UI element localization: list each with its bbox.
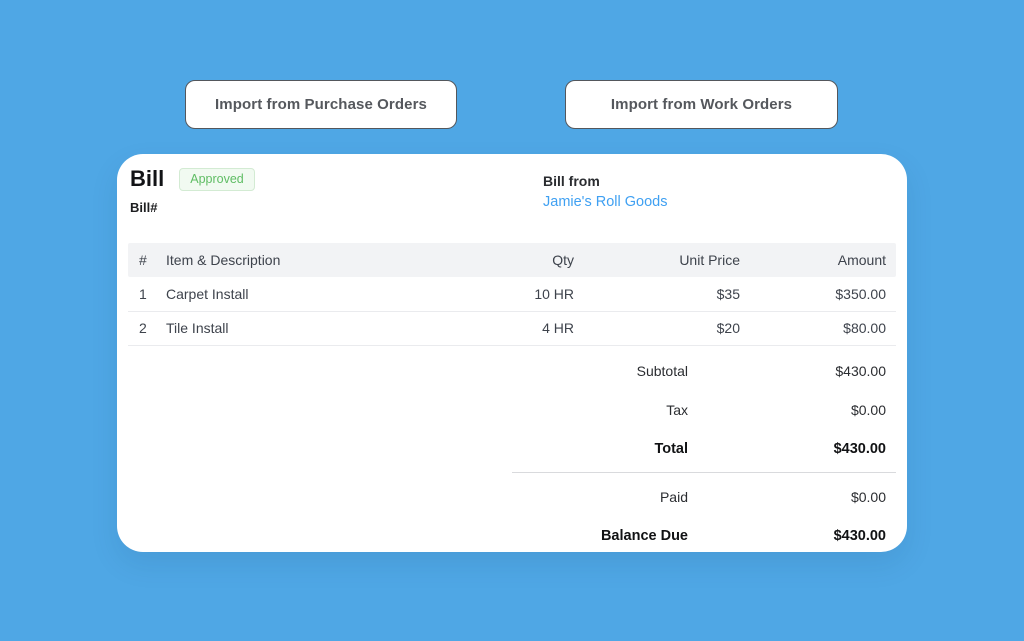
- tax-label: Tax: [512, 402, 696, 418]
- balance-due-row: Balance Due $430.00: [512, 516, 896, 552]
- bill-from-label: Bill from: [543, 173, 667, 189]
- item-amount: $350.00: [750, 286, 896, 302]
- total-label: Total: [512, 441, 696, 457]
- item-unit-price: $35: [584, 286, 750, 302]
- row-number: 2: [128, 320, 166, 336]
- total-value: $430.00: [696, 441, 896, 457]
- bill-card: Bill Approved Bill# Bill from Jamie's Ro…: [117, 154, 907, 552]
- row-number: 1: [128, 286, 166, 302]
- import-from-work-orders-button[interactable]: Import from Work Orders: [565, 80, 838, 129]
- table-header-row: # Item & Description Qty Unit Price Amou…: [128, 243, 896, 277]
- bill-number-label: Bill#: [130, 200, 157, 215]
- column-header-number: #: [128, 252, 166, 268]
- tax-row: Tax $0.00: [512, 390, 896, 429]
- bill-header: Bill Approved: [130, 166, 255, 192]
- column-header-item-description: Item & Description: [166, 252, 434, 268]
- column-header-amount: Amount: [750, 252, 896, 268]
- item-name: Tile Install: [166, 320, 434, 336]
- table-row[interactable]: 2 Tile Install 4 HR $20 $80.00: [128, 312, 896, 347]
- line-items-table: # Item & Description Qty Unit Price Amou…: [128, 243, 896, 346]
- bill-title: Bill: [130, 166, 164, 192]
- subtotal-row: Subtotal $430.00: [512, 351, 896, 390]
- import-from-purchase-orders-button[interactable]: Import from Purchase Orders: [185, 80, 457, 129]
- totals-divider: [512, 472, 896, 473]
- totals-section: Subtotal $430.00 Tax $0.00 Total $430.00…: [512, 351, 896, 552]
- bill-from-section: Bill from Jamie's Roll Goods: [543, 173, 667, 211]
- item-qty: 10 HR: [434, 286, 584, 302]
- subtotal-label: Subtotal: [512, 363, 696, 379]
- balance-due-value: $430.00: [696, 528, 896, 544]
- item-unit-price: $20: [584, 320, 750, 336]
- table-row[interactable]: 1 Carpet Install 10 HR $35 $350.00: [128, 277, 896, 312]
- subtotal-value: $430.00: [696, 363, 896, 379]
- item-qty: 4 HR: [434, 320, 584, 336]
- column-header-qty: Qty: [434, 252, 584, 268]
- vendor-link[interactable]: Jamie's Roll Goods: [543, 194, 667, 210]
- balance-due-label: Balance Due: [512, 528, 696, 544]
- paid-row: Paid $0.00: [512, 477, 896, 516]
- page-background: Import from Purchase Orders Import from …: [0, 0, 1024, 641]
- item-name: Carpet Install: [166, 286, 434, 302]
- paid-label: Paid: [512, 489, 696, 505]
- status-badge: Approved: [179, 168, 255, 191]
- tax-value: $0.00: [696, 402, 896, 418]
- column-header-unit-price: Unit Price: [584, 252, 750, 268]
- item-amount: $80.00: [750, 320, 896, 336]
- total-row: Total $430.00: [512, 429, 896, 468]
- paid-value: $0.00: [696, 489, 896, 505]
